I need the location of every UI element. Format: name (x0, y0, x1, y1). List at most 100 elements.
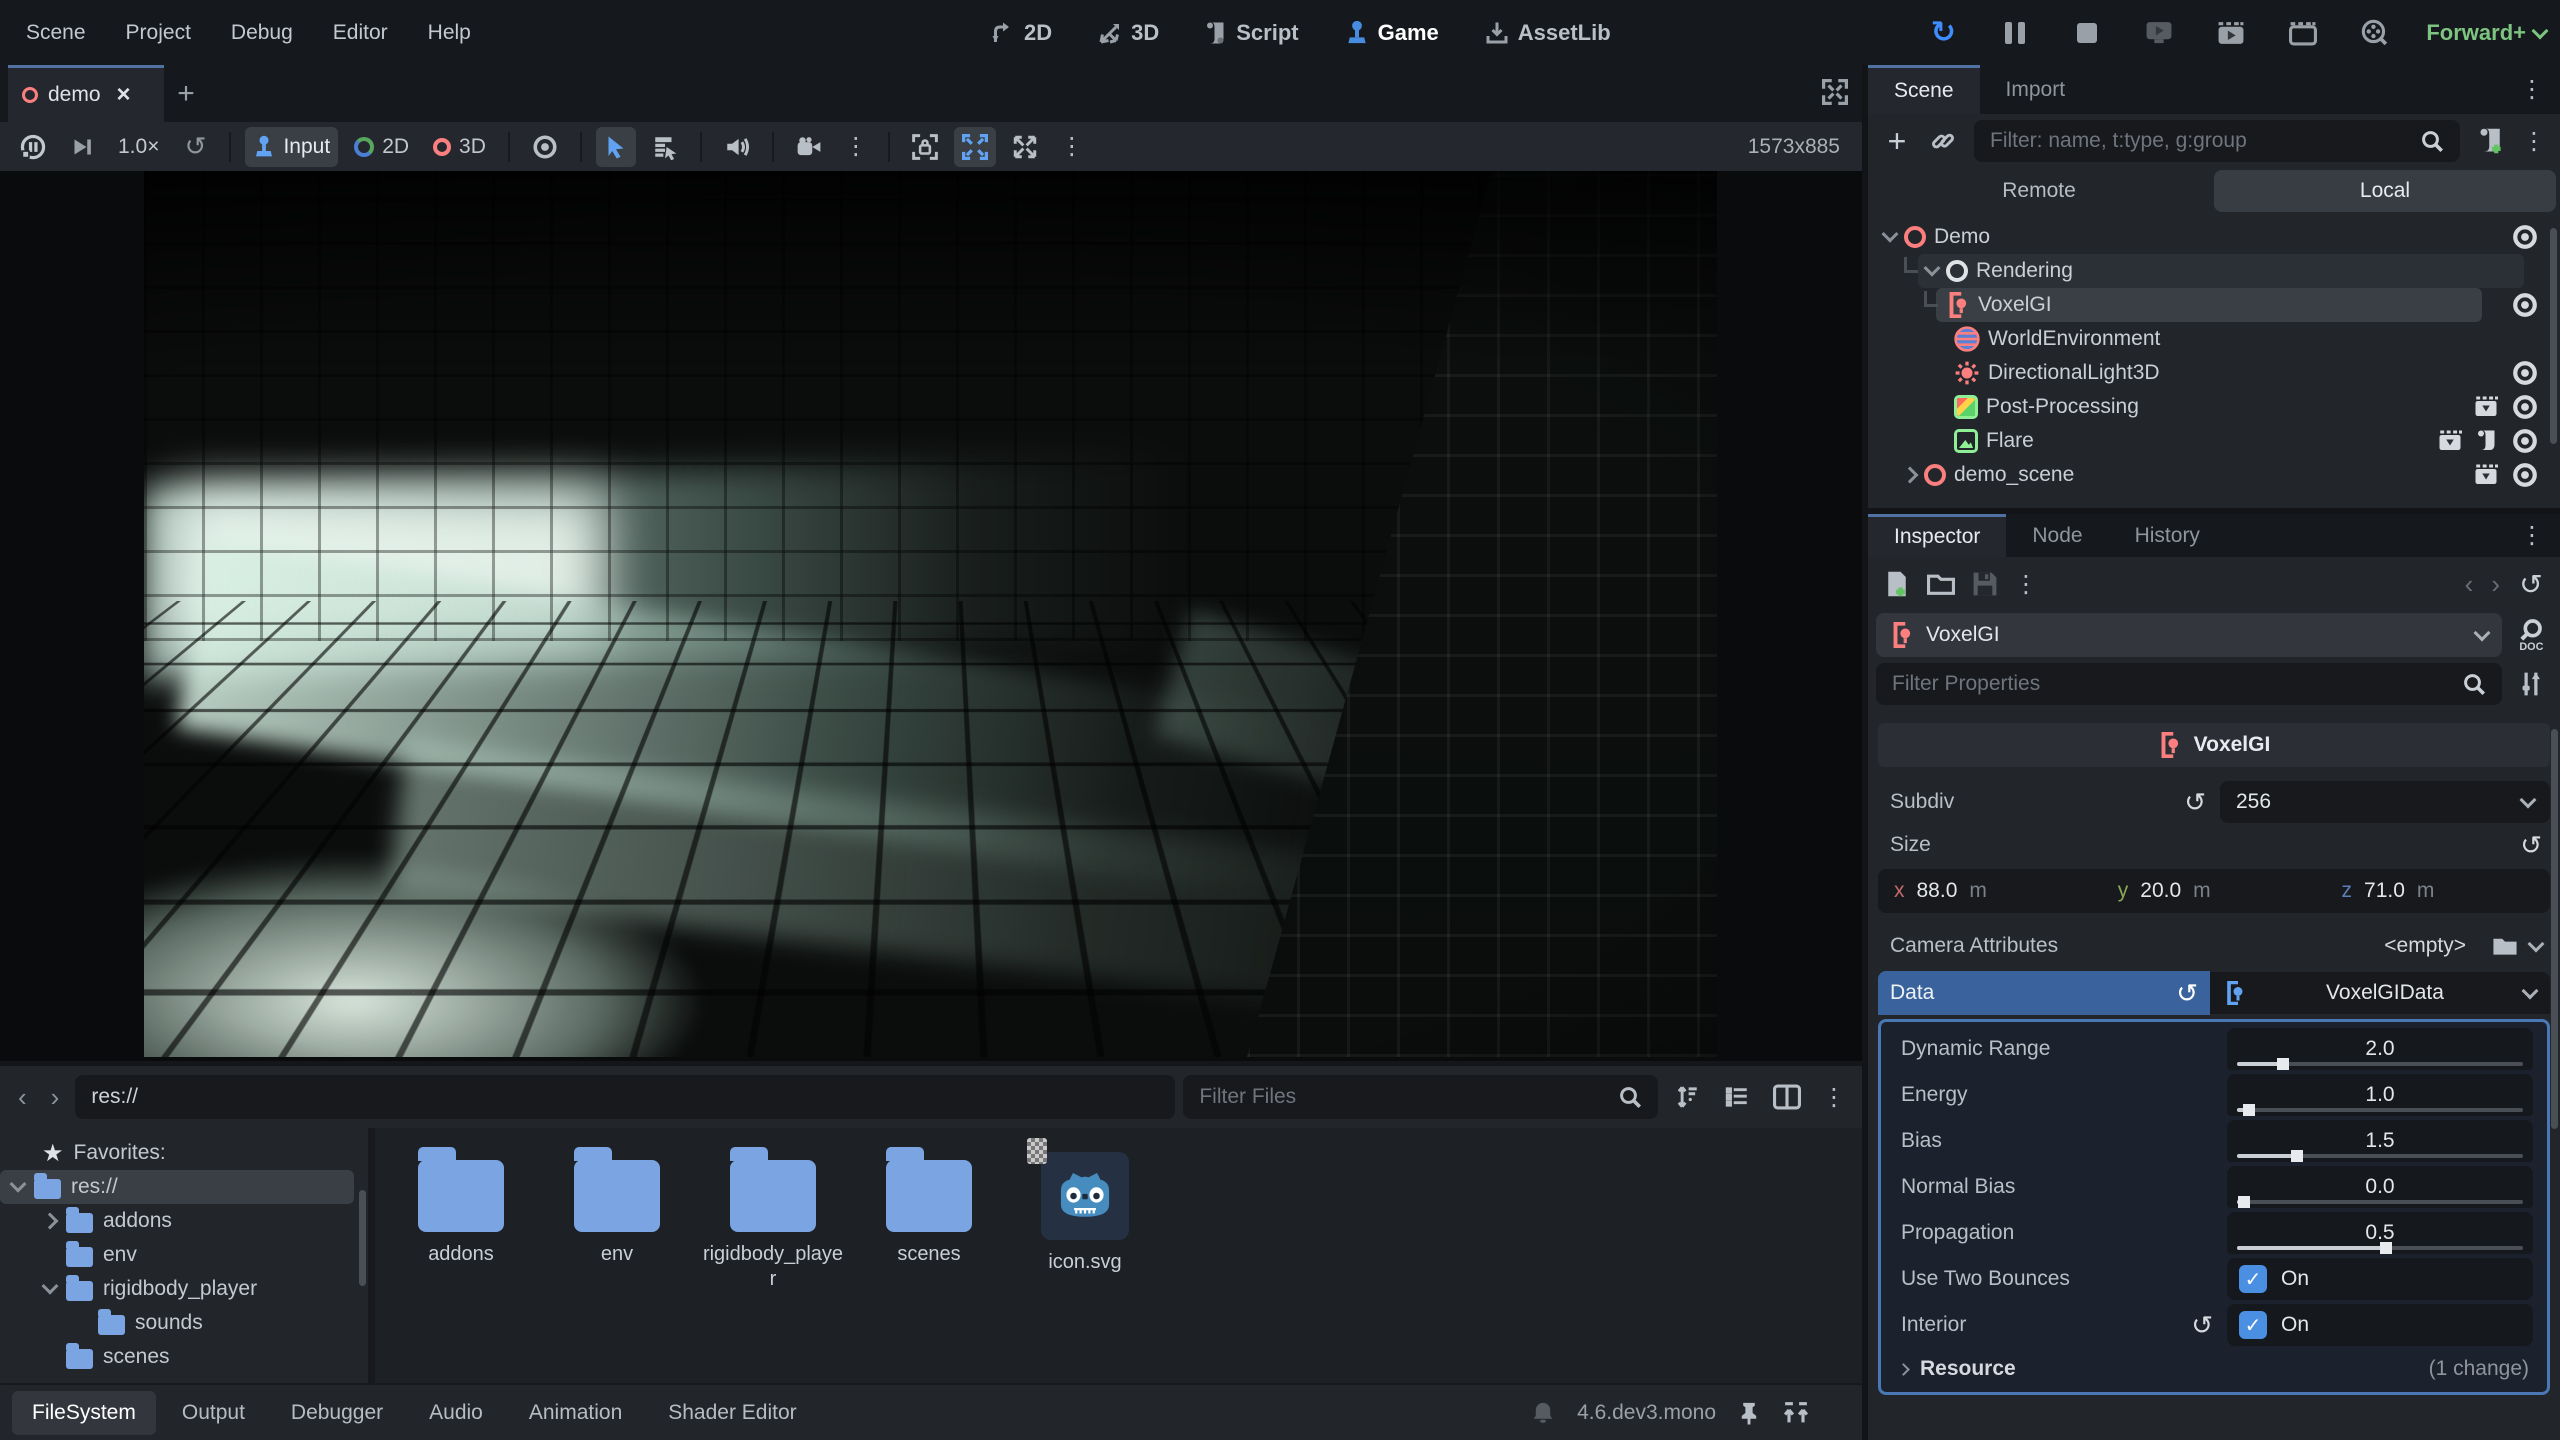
renderer-select[interactable]: Forward+ (2426, 20, 2546, 46)
expand-icon[interactable] (42, 1213, 59, 1230)
collapse-icon[interactable] (1882, 226, 1899, 243)
menu-editor[interactable]: Editor (313, 0, 408, 65)
sort-files-button[interactable] (1666, 1076, 1708, 1118)
visibility-eye-icon[interactable] (2512, 292, 2538, 318)
tree-item-res[interactable]: res:// (0, 1170, 354, 1204)
collapse-icon[interactable] (10, 1176, 27, 1193)
inspector-scrollbar[interactable] (2551, 729, 2558, 1129)
fullscreen-button[interactable] (1004, 127, 1046, 167)
next-frame-button[interactable] (62, 127, 102, 167)
2d-view-button[interactable]: 2D (346, 127, 417, 167)
tree-scrollbar[interactable] (359, 1190, 366, 1286)
workspace-game-button[interactable]: Game (1329, 8, 1455, 58)
view-options-menu[interactable]: ⋮ (1054, 132, 1090, 161)
tune-filter-button[interactable] (2510, 663, 2552, 705)
grid-item-scenes[interactable]: scenes (853, 1146, 1005, 1267)
revert-icon[interactable]: ↺ (2176, 980, 2198, 1006)
propagation-slider[interactable]: 0.5 (2227, 1212, 2533, 1254)
restart-button[interactable]: ↻ (1922, 12, 1964, 54)
reset-zoom-button[interactable]: ↺ (175, 127, 215, 167)
visibility-eye-icon[interactable] (2512, 462, 2538, 488)
bias-slider[interactable]: 1.5 (2227, 1120, 2533, 1162)
local-button[interactable]: Local (2214, 170, 2556, 212)
camera-preview-button[interactable] (788, 127, 830, 167)
movie-clip-icon[interactable] (2438, 430, 2462, 452)
inspector-back-button[interactable]: ‹ (2457, 569, 2482, 600)
inspector-forward-button[interactable]: › (2483, 569, 2508, 600)
panel-splitter[interactable] (368, 1128, 375, 1383)
override-camera-icon[interactable] (524, 127, 566, 167)
energy-slider[interactable]: 1.0 (2227, 1074, 2533, 1116)
bottom-tab-shader-editor[interactable]: Shader Editor (648, 1391, 816, 1435)
subdiv-select[interactable]: 256 (2220, 781, 2550, 823)
tab-history[interactable]: History (2109, 514, 2226, 557)
favorites-header[interactable]: ★ Favorites: (0, 1136, 368, 1170)
grid-item-icon-svg[interactable]: icon.svg (1009, 1146, 1161, 1275)
audio-mute-button[interactable] (716, 127, 758, 167)
workspace-3d-button[interactable]: 3D (1082, 8, 1175, 58)
expand-icon[interactable] (1902, 467, 1919, 484)
grid-item-env[interactable]: env (541, 1146, 693, 1267)
tree-node-voxelgi[interactable]: VoxelGI (1868, 288, 2560, 322)
workspace-script-button[interactable]: Script (1189, 8, 1314, 58)
close-tab-icon[interactable]: × (117, 81, 131, 109)
expand-panel-icon[interactable] (1782, 1400, 1810, 1426)
tree-node-flare[interactable]: Flare (1868, 424, 2560, 458)
data-resource-picker[interactable]: VoxelGIData (2210, 972, 2550, 1014)
resource-menu[interactable]: ⋮ (2008, 570, 2044, 599)
tree-item-sounds[interactable]: sounds (0, 1306, 368, 1340)
filter-properties-input[interactable]: Filter Properties (1876, 663, 2502, 705)
history-back-button[interactable]: ‹ (10, 1082, 35, 1113)
tree-node-demo-scene[interactable]: demo_scene (1868, 458, 2560, 492)
notification-bell-icon[interactable] (1531, 1400, 1555, 1426)
revert-icon[interactable]: ↺ (2520, 832, 2542, 858)
attach-script-button[interactable] (2470, 120, 2512, 162)
tab-scene[interactable]: Scene (1868, 65, 1980, 114)
tab-inspector[interactable]: Inspector (1868, 514, 2006, 557)
menu-help[interactable]: Help (408, 0, 491, 65)
path-input[interactable]: res:// (75, 1075, 1175, 1119)
visibility-eye-icon[interactable] (2512, 394, 2538, 420)
class-section-header[interactable]: VoxelGI (1878, 723, 2550, 767)
normal-bias-slider[interactable]: 0.0 (2227, 1166, 2533, 1208)
pause-button[interactable] (1994, 12, 2036, 54)
load-folder-icon[interactable] (2484, 925, 2526, 967)
script-icon[interactable] (2476, 429, 2498, 453)
bottom-tab-output[interactable]: Output (162, 1391, 265, 1435)
list-view-button[interactable] (1716, 1076, 1758, 1118)
visibility-eye-icon[interactable] (2512, 428, 2538, 454)
bottom-tab-filesystem[interactable]: FileSystem (12, 1391, 156, 1435)
movie-clip-icon[interactable] (2474, 464, 2498, 486)
stop-button[interactable] (2066, 12, 2108, 54)
save-resource-button[interactable] (1964, 563, 2006, 605)
tab-node[interactable]: Node (2006, 514, 2108, 557)
tree-node-worldenvironment[interactable]: WorldEnvironment (1868, 322, 2560, 356)
bottom-tab-animation[interactable]: Animation (509, 1391, 642, 1435)
node-picker-button[interactable] (644, 127, 686, 167)
pin-panel-icon[interactable] (1738, 1400, 1760, 1426)
tree-item-addons[interactable]: addons (0, 1204, 368, 1238)
keep-aspect-button[interactable] (954, 127, 996, 167)
tree-node-demo[interactable]: Demo (1868, 220, 2560, 254)
filesystem-menu[interactable]: ⋮ (1816, 1083, 1852, 1112)
menu-debug[interactable]: Debug (211, 0, 313, 65)
menu-scene[interactable]: Scene (6, 0, 106, 65)
grid-item-rigidbody-player[interactable]: rigidbody_player (697, 1146, 849, 1292)
tree-node-post-processing[interactable]: Post-Processing (1868, 390, 2560, 424)
3d-view-button[interactable]: 3D (425, 127, 494, 167)
new-tab-button[interactable]: + (164, 65, 208, 122)
play-main-scene-button[interactable] (2138, 12, 2180, 54)
dynamic-range-slider[interactable]: 2.0 (2227, 1028, 2533, 1070)
inspector-dock-menu[interactable]: ⋮ (2514, 521, 2550, 550)
select-mode-button[interactable] (596, 127, 636, 167)
workspace-assetlib-button[interactable]: AssetLib (1469, 8, 1627, 58)
collapse-icon[interactable] (42, 1278, 59, 1295)
play-custom-scene-button[interactable] (2282, 12, 2324, 54)
edited-object-select[interactable]: VoxelGI (1876, 613, 2502, 657)
size-vector3-field[interactable]: x88.0m y20.0m z71.0m (1878, 869, 2550, 913)
interior-checkbox[interactable]: ✓ On (2227, 1304, 2533, 1346)
movie-maker-button[interactable] (2354, 12, 2396, 54)
visibility-eye-icon[interactable] (2512, 360, 2538, 386)
history-forward-button[interactable]: › (43, 1082, 68, 1113)
add-node-button[interactable]: + (1876, 120, 1918, 162)
